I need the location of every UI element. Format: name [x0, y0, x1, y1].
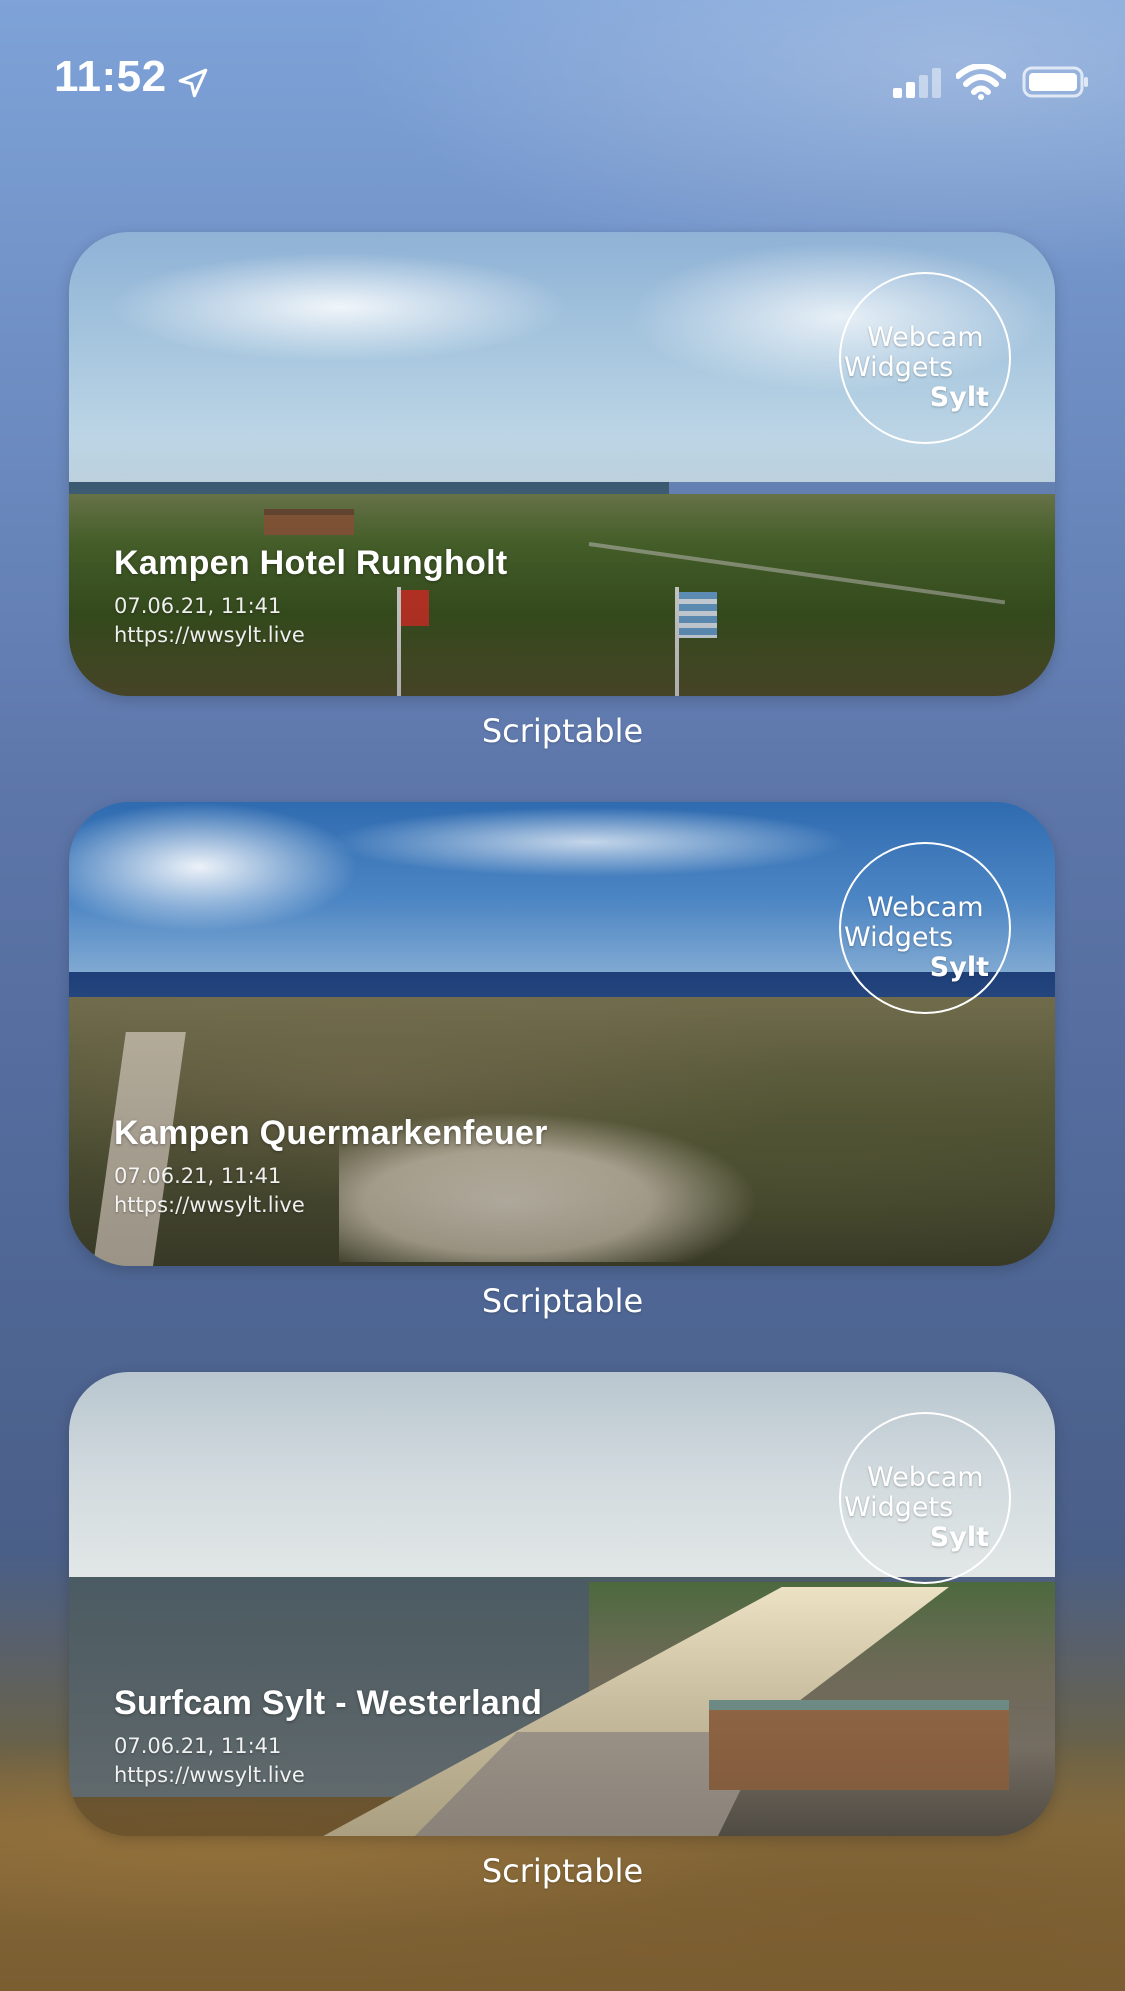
webcam-widget-kampen-quermarkenfeuer[interactable]: Webcam Widgets Sylt Kampen Quermarkenfeu… — [69, 802, 1055, 1266]
status-bar: 11:52 — [0, 0, 1125, 150]
webcam-source-url: https://wwsylt.live — [114, 1763, 305, 1787]
wifi-icon — [956, 64, 1006, 100]
logo-text-line1: Webcam — [867, 322, 984, 353]
webcam-title: Surfcam Sylt - Westerland — [114, 1684, 543, 1722]
widget-app-label: Scriptable — [481, 712, 644, 750]
widget-app-label: Scriptable — [481, 1282, 644, 1320]
location-arrow-icon — [178, 68, 208, 98]
battery-icon — [1022, 66, 1088, 98]
cellular-signal-icon — [893, 68, 941, 98]
logo-text-line3: Sylt — [929, 1522, 989, 1553]
logo-text-line3: Sylt — [929, 952, 989, 983]
logo-text-line2: Widgets — [844, 352, 954, 383]
logo-text-line2: Widgets — [844, 1492, 954, 1523]
webcam-source-url: https://wwsylt.live — [114, 623, 305, 647]
logo-text-line1: Webcam — [867, 892, 984, 923]
webcam-widget-surfcam-westerland[interactable]: Webcam Widgets Sylt Surfcam Sylt - Weste… — [69, 1372, 1055, 1836]
webcam-title: Kampen Hotel Rungholt — [114, 544, 508, 582]
webcam-timestamp: 07.06.21, 11:41 — [114, 594, 282, 618]
webcam-timestamp: 07.06.21, 11:41 — [114, 1164, 282, 1188]
webcam-widgets-sylt-logo: Webcam Widgets Sylt — [839, 1412, 1011, 1584]
webcam-title: Kampen Quermarkenfeuer — [114, 1114, 548, 1152]
webcam-widget-kampen-hotel-rungholt[interactable]: Webcam Widgets Sylt Kampen Hotel Runghol… — [69, 232, 1055, 696]
logo-text-line2: Widgets — [844, 922, 954, 953]
status-time: 11:52 — [54, 52, 167, 101]
webcam-widgets-sylt-logo: Webcam Widgets Sylt — [839, 272, 1011, 444]
logo-text-line3: Sylt — [929, 382, 989, 413]
webcam-timestamp: 07.06.21, 11:41 — [114, 1734, 282, 1758]
widget-app-label: Scriptable — [481, 1852, 644, 1890]
logo-text-line1: Webcam — [867, 1462, 984, 1493]
webcam-widgets-sylt-logo: Webcam Widgets Sylt — [839, 842, 1011, 1014]
webcam-source-url: https://wwsylt.live — [114, 1193, 305, 1217]
